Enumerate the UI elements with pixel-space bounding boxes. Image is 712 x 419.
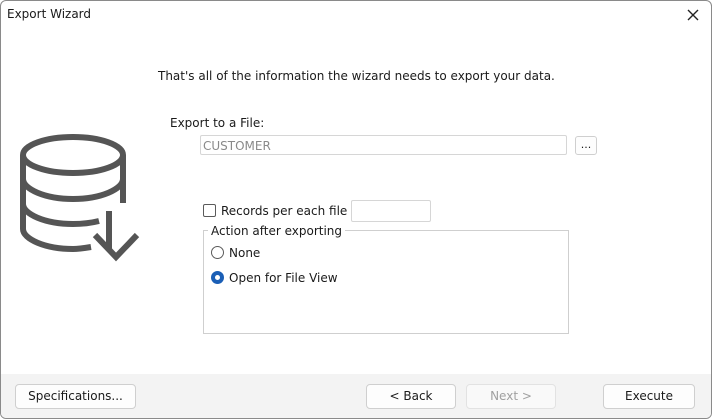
specifications-button[interactable]: Specifications... <box>15 384 136 409</box>
export-wizard-window: Export Wizard That's all of the informat… <box>0 0 712 419</box>
records-per-file-checkbox[interactable] <box>203 204 216 217</box>
radio-none-label[interactable]: None <box>229 246 260 260</box>
window-title: Export Wizard <box>7 7 92 21</box>
title-bar: Export Wizard <box>1 1 711 29</box>
close-icon[interactable] <box>683 5 703 25</box>
export-file-field[interactable]: CUSTOMER <box>200 135 567 155</box>
next-button[interactable]: Next > <box>466 384 556 409</box>
database-export-icon <box>19 131 141 263</box>
intro-text: That's all of the information the wizard… <box>158 69 555 83</box>
browse-button[interactable]: ... <box>575 136 597 155</box>
radio-open-for-file-view[interactable] <box>211 271 224 284</box>
execute-button[interactable]: Execute <box>603 384 695 409</box>
records-per-file-input[interactable] <box>351 200 431 222</box>
radio-open-for-file-view-label[interactable]: Open for File View <box>229 271 338 285</box>
action-after-exporting-legend: Action after exporting <box>208 224 346 238</box>
export-to-file-label: Export to a File: <box>170 116 265 130</box>
back-button[interactable]: < Back <box>366 384 456 409</box>
records-per-file-label: Records per each file <box>221 204 348 218</box>
radio-none[interactable] <box>211 246 224 259</box>
